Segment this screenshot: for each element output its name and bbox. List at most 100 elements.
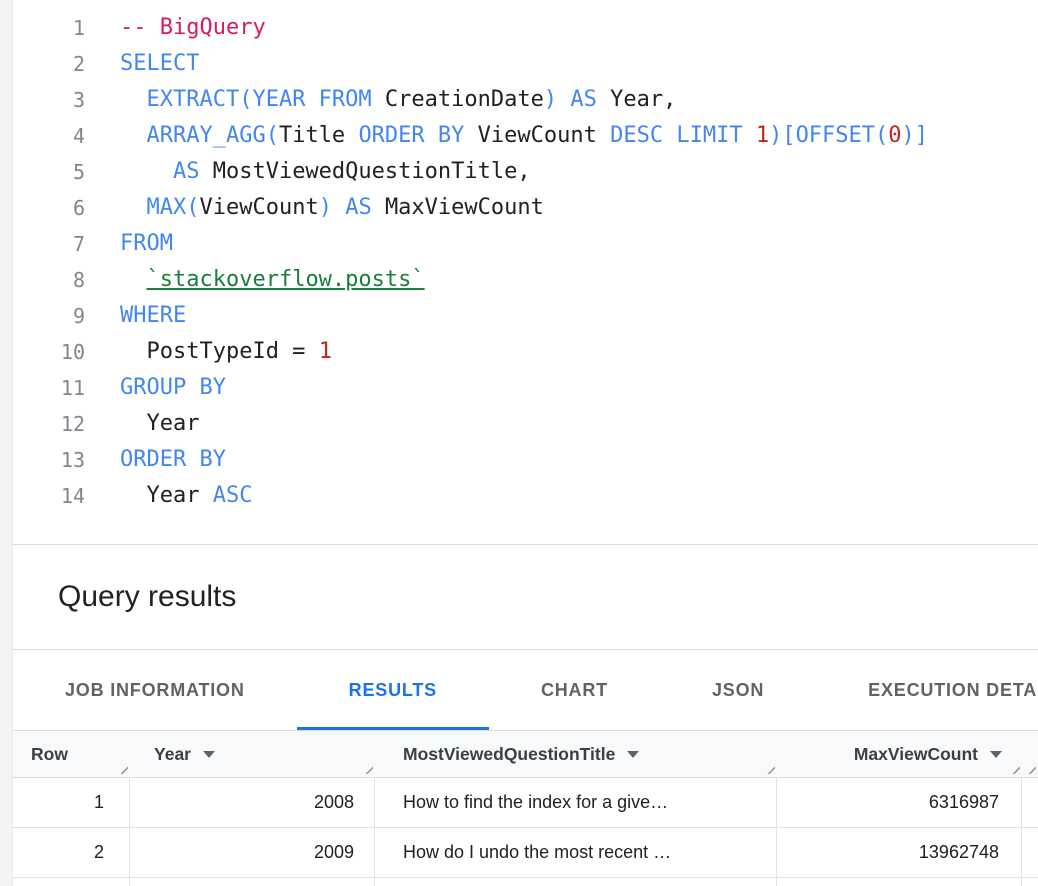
- code-token: OFFSET(: [796, 123, 889, 148]
- results-tab-bar: JOB INFORMATIONRESULTSCHARTJSONEXECUTION…: [13, 650, 1038, 731]
- code-token: CreationDate: [385, 87, 544, 112]
- code-token: ASC: [213, 483, 253, 508]
- code-line: 7 FROM: [13, 226, 1038, 262]
- tab-chart[interactable]: CHART: [489, 650, 660, 730]
- code-text: Year: [85, 406, 199, 442]
- line-number: 11: [13, 370, 85, 406]
- line-number: 14: [13, 478, 85, 514]
- sql-editor[interactable]: 1 -- BigQuery 2SELECT3 EXTRACT(YEAR FROM C…: [13, 0, 1038, 545]
- table-row: 12008How to find the index for a give…63…: [13, 778, 1038, 828]
- table-cell: [375, 878, 777, 886]
- tab-json[interactable]: JSON: [660, 650, 816, 730]
- editor-lines: 1 -- BigQuery 2SELECT3 EXTRACT(YEAR FROM C…: [13, 10, 1038, 514]
- code-text: -- BigQuery: [85, 10, 266, 46]
- code-token: ORDER BY: [358, 123, 477, 148]
- code-text: PostTypeId = 1: [85, 334, 332, 370]
- code-token: MaxViewCount: [385, 195, 544, 220]
- table-cell: 2009: [130, 828, 375, 878]
- code-token: 1: [756, 123, 769, 148]
- line-number: 8: [13, 262, 85, 298]
- query-results-header: Query results: [13, 545, 1038, 650]
- line-number: 4: [13, 118, 85, 154]
- table-cell-filler: [1022, 778, 1038, 828]
- table-cell: 2008: [130, 778, 375, 828]
- code-line: 2SELECT: [13, 46, 1038, 82]
- line-number: 12: [13, 406, 85, 442]
- code-token: GROUP BY: [120, 375, 226, 400]
- code-token: AS: [120, 159, 213, 184]
- query-results-title: Query results: [58, 580, 236, 614]
- code-token: `stackoverflow.posts`: [147, 267, 425, 292]
- table-cell: [777, 878, 1022, 886]
- code-token: )]: [902, 123, 929, 148]
- code-line: 4 ARRAY_AGG(Title ORDER BY ViewCount DES…: [13, 118, 1038, 154]
- table-row: 22009How do I undo the most recent …1396…: [13, 828, 1038, 878]
- code-token: Year: [120, 483, 213, 508]
- line-number: 6: [13, 190, 85, 226]
- line-number: 7: [13, 226, 85, 262]
- code-token: EXTRACT(: [120, 87, 252, 112]
- tab-job-information[interactable]: JOB INFORMATION: [13, 650, 297, 730]
- table-cell: 13962748: [777, 828, 1022, 878]
- code-token: ViewCount: [478, 123, 610, 148]
- code-text: EXTRACT(YEAR FROM CreationDate) AS Year,: [85, 82, 676, 118]
- column-menu-icon[interactable]: [627, 751, 639, 758]
- column-header-row[interactable]: Row: [13, 731, 130, 777]
- line-number: 5: [13, 154, 85, 190]
- tab-execution-details[interactable]: EXECUTION DETAILS: [816, 650, 1038, 730]
- column-header-year[interactable]: Year: [130, 731, 375, 777]
- code-text: WHERE: [85, 298, 186, 334]
- table-header-row: Row Year MostViewedQuestionTitle MaxViewCou…: [13, 731, 1038, 778]
- code-text: MAX(ViewCount) AS MaxViewCount: [85, 190, 544, 226]
- column-header-label: Row: [31, 744, 68, 765]
- table-cell: How to find the index for a give…: [375, 778, 777, 828]
- code-line: 8 `stackoverflow.posts`: [13, 262, 1038, 298]
- line-number: 3: [13, 82, 85, 118]
- code-text: `stackoverflow.posts`: [85, 262, 425, 298]
- line-number: 9: [13, 298, 85, 334]
- code-text: SELECT: [85, 46, 199, 82]
- line-number: 1: [13, 10, 85, 46]
- code-text: FROM: [85, 226, 173, 262]
- code-line: 9WHERE: [13, 298, 1038, 334]
- column-resize-handle[interactable]: [1009, 763, 1020, 774]
- table-row-partial: [13, 878, 1038, 886]
- column-resize-handle[interactable]: [1025, 763, 1036, 774]
- code-line: 3 EXTRACT(YEAR FROM CreationDate) AS Yea…: [13, 82, 1038, 118]
- code-token: -- BigQuery: [120, 15, 266, 40]
- table-cell: 6316987: [777, 778, 1022, 828]
- column-header-mostviewedquestiontitle[interactable]: MostViewedQuestionTitle: [375, 731, 777, 777]
- code-text: ORDER BY: [85, 442, 226, 478]
- code-token: Year,: [610, 87, 676, 112]
- column-resize-handle[interactable]: [117, 763, 128, 774]
- column-header-label: MostViewedQuestionTitle: [403, 744, 615, 765]
- code-text: GROUP BY: [85, 370, 226, 406]
- column-resize-handle[interactable]: [362, 763, 373, 774]
- column-resize-handle[interactable]: [764, 763, 775, 774]
- column-header-label: MaxViewCount: [854, 744, 978, 765]
- code-line: 13 ORDER BY: [13, 442, 1038, 478]
- code-token: FROM: [120, 231, 173, 256]
- code-token: DESC LIMIT: [610, 123, 756, 148]
- line-number: 13: [13, 442, 85, 478]
- code-token: ) AS: [544, 87, 610, 112]
- column-menu-icon[interactable]: [203, 751, 215, 758]
- code-token: )[: [769, 123, 796, 148]
- code-token: ORDER BY: [120, 447, 226, 472]
- code-token: SELECT: [120, 51, 199, 76]
- table-cell: 1: [13, 778, 130, 828]
- code-token: 0: [888, 123, 901, 148]
- column-header-filler: [1022, 731, 1038, 777]
- left-gutter-strip: [0, 0, 13, 886]
- code-text: Year ASC: [85, 478, 252, 514]
- code-line: 6 MAX(ViewCount) AS MaxViewCount: [13, 190, 1038, 226]
- code-line: 1 -- BigQuery: [13, 10, 1038, 46]
- column-header-maxviewcount[interactable]: MaxViewCount: [777, 731, 1022, 777]
- code-token: MostViewedQuestionTitle,: [213, 159, 531, 184]
- column-menu-icon[interactable]: [990, 751, 1002, 758]
- code-token: Year: [120, 411, 199, 436]
- table-cell: 2: [13, 828, 130, 878]
- code-token: [120, 267, 147, 292]
- tab-results[interactable]: RESULTS: [297, 650, 489, 730]
- code-token: YEAR FROM: [252, 87, 384, 112]
